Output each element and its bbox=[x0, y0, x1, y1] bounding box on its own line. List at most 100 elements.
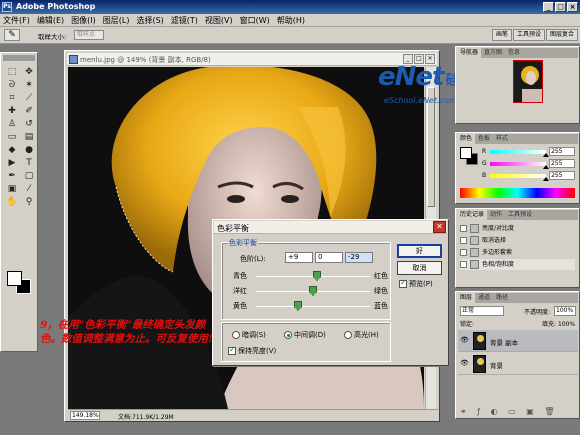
layer-row[interactable]: 👁 背景 bbox=[458, 353, 578, 375]
menu-select[interactable]: 选择(S) bbox=[136, 15, 163, 26]
shadows-radio[interactable]: 暗调(S) bbox=[232, 330, 266, 340]
preview-checkbox[interactable]: 预览(P) bbox=[399, 278, 433, 289]
yellow-blue-track[interactable] bbox=[256, 306, 370, 307]
g-slider-track[interactable] bbox=[490, 162, 549, 169]
dialog-close-icon[interactable]: ✕ bbox=[433, 221, 446, 233]
marquee-tool-icon[interactable]: ⬚ bbox=[4, 66, 20, 78]
palette-well-tab-tool-presets[interactable]: 工具预设 bbox=[512, 29, 545, 41]
dodge-tool-icon[interactable]: ● bbox=[21, 144, 37, 156]
tab-styles[interactable]: 样式 bbox=[493, 134, 511, 144]
tab-histogram[interactable]: 直方图 bbox=[481, 48, 505, 58]
menu-edit[interactable]: 编辑(E) bbox=[37, 15, 64, 26]
zoom-level-field[interactable]: 149.18% bbox=[70, 411, 100, 420]
color-balance-dialog: 色彩平衡 ✕ 色彩平衡 色阶(L): +9 0 -29 青色 红色 洋红 绿色 … bbox=[212, 219, 449, 366]
history-item[interactable]: 多边形套索 bbox=[460, 247, 575, 258]
clone-stamp-tool-icon[interactable]: ♙ bbox=[4, 118, 20, 130]
move-tool-icon[interactable]: ✥ bbox=[21, 66, 37, 78]
toolbox-grip[interactable] bbox=[3, 55, 35, 61]
type-tool-icon[interactable]: T bbox=[21, 157, 37, 169]
highlights-radio[interactable]: 高光(H) bbox=[344, 330, 379, 340]
menu-image[interactable]: 图像(I) bbox=[71, 15, 96, 26]
opacity-field[interactable]: 100% bbox=[554, 306, 576, 316]
notes-tool-icon[interactable]: ▣ bbox=[4, 183, 20, 195]
level-magenta-green-input[interactable]: 0 bbox=[315, 252, 343, 263]
tab-channels[interactable]: 通道 bbox=[475, 293, 493, 303]
menu-window[interactable]: 窗口(W) bbox=[240, 15, 270, 26]
crop-tool-icon[interactable]: ⌗ bbox=[4, 92, 20, 104]
palette-well: 画笔 工具预设 图层复合 bbox=[491, 29, 578, 41]
gradient-tool-icon[interactable]: ▤ bbox=[21, 131, 37, 143]
magenta-green-slider-knob[interactable] bbox=[309, 286, 317, 296]
eraser-tool-icon[interactable]: ▭ bbox=[4, 131, 20, 143]
blend-mode-select[interactable]: 正常 bbox=[460, 306, 504, 316]
b-slider-track[interactable] bbox=[490, 174, 549, 181]
foreground-color-swatch[interactable] bbox=[7, 271, 22, 286]
palette-well-tab-brushes[interactable]: 画笔 bbox=[491, 29, 512, 41]
color-spectrum-ramp[interactable] bbox=[460, 188, 575, 198]
r-value[interactable]: 255 bbox=[549, 147, 575, 156]
history-item[interactable]: 色相/饱和度 bbox=[460, 259, 575, 270]
midtones-radio[interactable]: 中间调(D) bbox=[284, 330, 326, 340]
healing-brush-tool-icon[interactable]: ✚ bbox=[4, 105, 20, 117]
level-yellow-blue-input[interactable]: -29 bbox=[345, 252, 373, 263]
lasso-tool-icon[interactable]: ᘐ bbox=[4, 79, 20, 91]
history-brush-tool-icon[interactable]: ↺ bbox=[21, 118, 37, 130]
hand-tool-icon[interactable]: ✋ bbox=[4, 196, 20, 208]
color-swatches[interactable] bbox=[5, 271, 35, 297]
scrollbar-thumb[interactable] bbox=[427, 87, 435, 207]
pen-tool-icon[interactable]: ✒ bbox=[4, 170, 20, 182]
fill-field[interactable]: 100% bbox=[558, 321, 575, 328]
tab-layers[interactable]: 图层 bbox=[457, 293, 476, 303]
tool-grid: ⬚ ✥ ᘐ ✶ ⌗ ⟋ ✚ ✐ ♙ ↺ ▭ ▤ ◆ ● ▶ T ✒ ▢ ▣ ⁄ … bbox=[4, 66, 37, 208]
navigator-thumbnail[interactable] bbox=[513, 60, 543, 103]
menu-layer[interactable]: 图层(L) bbox=[103, 15, 130, 26]
tab-navigator[interactable]: 导航器 bbox=[457, 48, 482, 58]
path-selection-tool-icon[interactable]: ▶ bbox=[4, 157, 20, 169]
tab-history[interactable]: 历史记录 bbox=[457, 210, 488, 220]
history-item[interactable]: 亮度/对比度 bbox=[460, 223, 575, 234]
menu-help[interactable]: 帮助(H) bbox=[277, 15, 305, 26]
palette-well-tab-layer-comps[interactable]: 图层复合 bbox=[545, 29, 578, 41]
close-button[interactable]: × bbox=[567, 2, 578, 12]
tab-tool-presets[interactable]: 工具预设 bbox=[505, 210, 535, 220]
history-step-icon bbox=[470, 248, 479, 257]
layer-row[interactable]: 👁 背景 副本 bbox=[458, 330, 578, 352]
b-value[interactable]: 255 bbox=[549, 171, 575, 180]
tab-info[interactable]: 信息 bbox=[505, 48, 523, 58]
level-cyan-red-input[interactable]: +9 bbox=[285, 252, 313, 263]
blur-tool-icon[interactable]: ◆ bbox=[4, 144, 20, 156]
eyedropper-tool-icon[interactable]: ⁄ bbox=[21, 183, 37, 195]
preserve-luminosity-checkbox[interactable]: 保持亮度(V) bbox=[228, 345, 276, 356]
shape-tool-icon[interactable]: ▢ bbox=[21, 170, 37, 182]
menu-file[interactable]: 文件(F) bbox=[3, 15, 30, 26]
history-step-icon bbox=[470, 224, 479, 233]
options-bar: ✎ 取样大小: 取样点 画笔 工具预设 图层复合 bbox=[0, 27, 580, 44]
layer-action-icons[interactable]: ⚭ ƒ ◐ ▭ ▣ 🗑 bbox=[460, 407, 559, 416]
eye-icon[interactable]: 👁 bbox=[460, 337, 469, 344]
magic-wand-tool-icon[interactable]: ✶ bbox=[21, 79, 37, 91]
cancel-button[interactable]: 取消 bbox=[397, 261, 442, 275]
ok-button[interactable]: 好 bbox=[397, 244, 442, 258]
r-slider-track[interactable] bbox=[490, 150, 549, 157]
yellow-blue-slider-knob[interactable] bbox=[294, 301, 302, 311]
minimize-button[interactable]: _ bbox=[543, 2, 554, 12]
color-palette-swatch[interactable] bbox=[460, 147, 478, 165]
g-value[interactable]: 255 bbox=[549, 159, 575, 168]
slice-tool-icon[interactable]: ⟋ bbox=[21, 92, 37, 104]
sample-size-select[interactable]: 取样点 bbox=[74, 30, 104, 40]
dialog-title-bar[interactable]: 色彩平衡 ✕ bbox=[214, 221, 447, 234]
tab-color[interactable]: 颜色 bbox=[457, 134, 476, 144]
zoom-tool-icon[interactable]: ⚲ bbox=[21, 196, 37, 208]
tab-swatches[interactable]: 色板 bbox=[475, 134, 493, 144]
menu-view[interactable]: 视图(V) bbox=[205, 15, 233, 26]
cyan-red-slider-knob[interactable] bbox=[313, 271, 321, 281]
menu-filter[interactable]: 滤镜(T) bbox=[171, 15, 198, 26]
group-label: 色彩平衡 bbox=[228, 238, 258, 248]
eye-icon[interactable]: 👁 bbox=[460, 360, 469, 367]
tab-actions[interactable]: 动作 bbox=[487, 210, 505, 220]
brush-tool-icon[interactable]: ✐ bbox=[21, 105, 37, 117]
history-item[interactable]: 取消选择 bbox=[460, 235, 575, 246]
tab-paths[interactable]: 路径 bbox=[493, 293, 511, 303]
maximize-button[interactable]: □ bbox=[555, 2, 566, 12]
eyedropper-icon[interactable]: ✎ bbox=[4, 29, 20, 41]
